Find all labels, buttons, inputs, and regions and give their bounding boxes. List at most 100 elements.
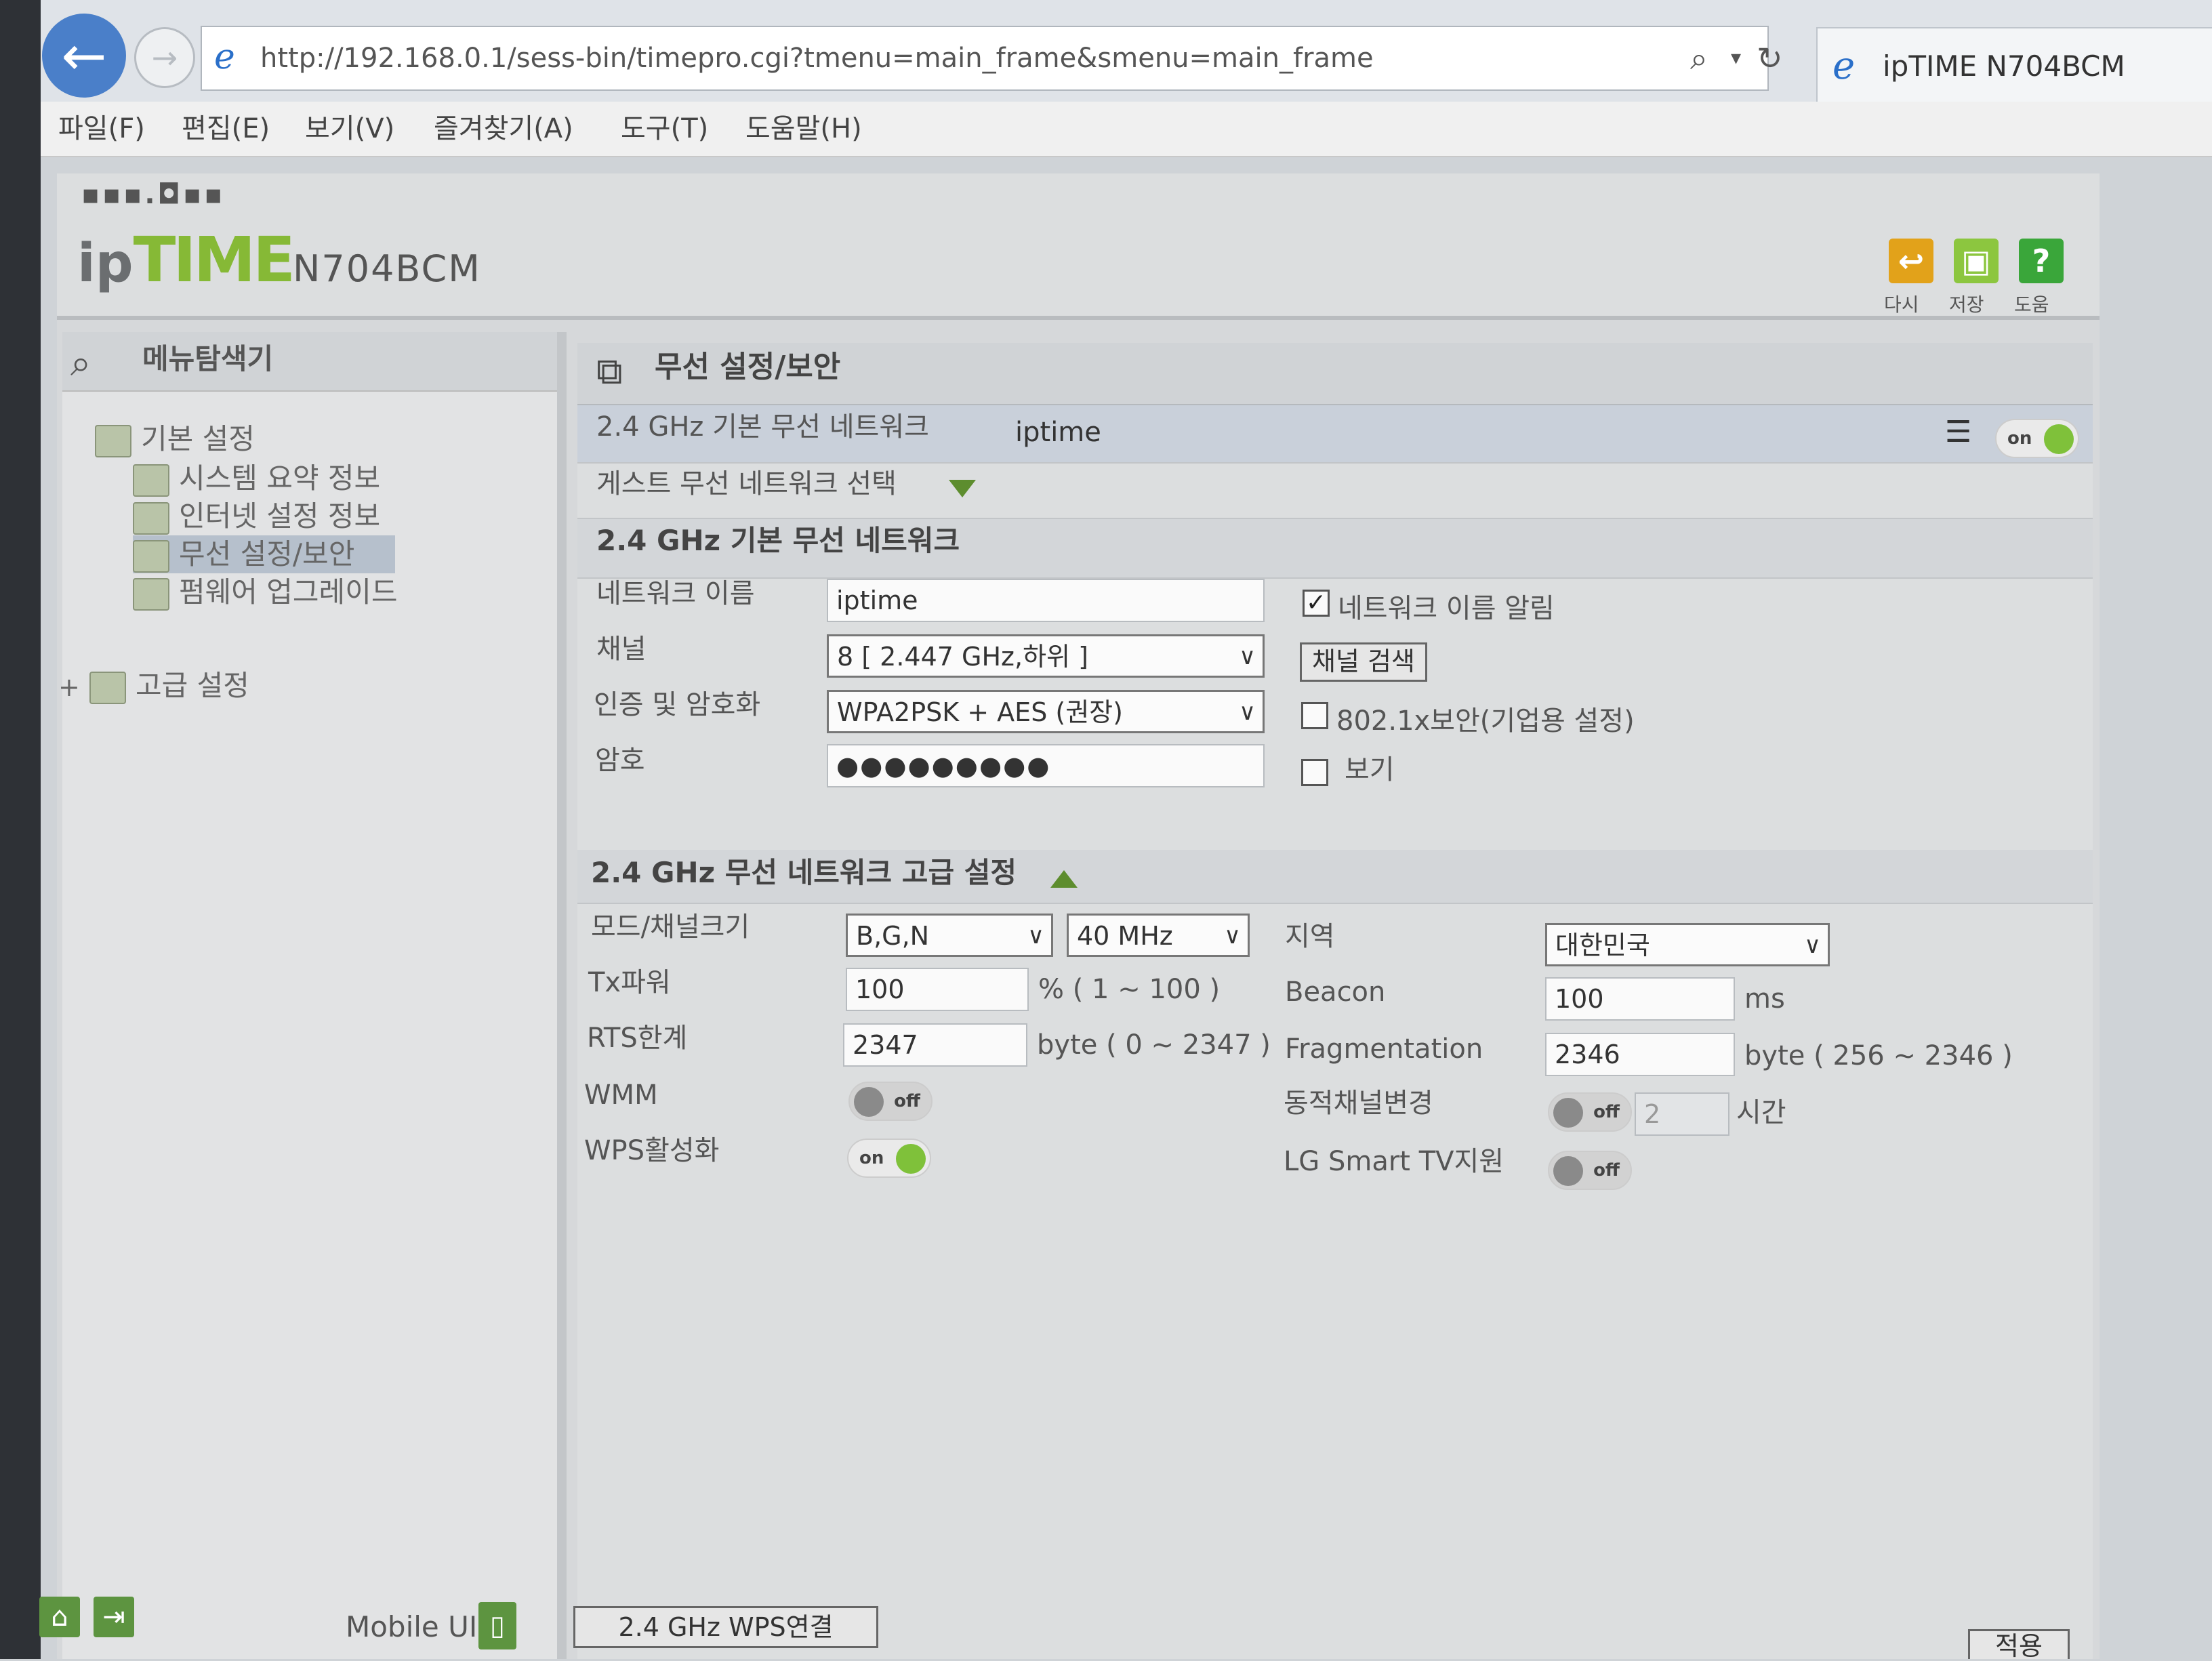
url-text[interactable]: http://192.168.0.1/sess-bin/timepro.cgi?… xyxy=(260,27,1374,89)
frag-unit: byte ( 256 ~ 2346 ) xyxy=(1744,1040,2013,1071)
tree-item-label: 시스템 요약 정보 xyxy=(179,462,381,495)
show-password-label: 보기 xyxy=(1345,754,1395,785)
tree-system-summary[interactable]: 시스템 요약 정보 xyxy=(133,459,380,497)
network-row-label: 2.4 GHz 기본 무선 네트워크 xyxy=(596,411,929,443)
network-toggle[interactable]: on xyxy=(1995,419,2079,458)
network-name-input[interactable]: iptime xyxy=(827,579,1265,622)
frag-input[interactable]: 2346 xyxy=(1545,1033,1735,1076)
tree-item-label: 인터넷 설정 정보 xyxy=(179,499,381,533)
monitor-bezel xyxy=(0,0,41,1659)
address-bar[interactable]: ℯ http://192.168.0.1/sess-bin/timepro.cg… xyxy=(201,26,1783,91)
rts-label: RTS한계 xyxy=(587,1023,688,1054)
iptime-dots-logo: ▪▪▪.◘▪▪ xyxy=(81,179,226,210)
lg-tv-toggle[interactable]: off xyxy=(1548,1151,1632,1190)
collapse-up-icon[interactable] xyxy=(1050,870,1078,888)
frag-label: Fragmentation xyxy=(1285,1033,1483,1065)
channel-label: 채널 xyxy=(596,634,647,665)
chevron-down-icon: ∨ xyxy=(1239,699,1256,726)
wmm-toggle[interactable]: off xyxy=(848,1082,933,1121)
expand-down-icon[interactable] xyxy=(949,480,976,497)
mobile-ui-label[interactable]: Mobile UI xyxy=(346,1610,477,1643)
guest-row-label: 게스트 무선 네트워크 선택 xyxy=(596,468,897,499)
toggle-text: off xyxy=(894,1091,920,1111)
dyn-channel-toggle[interactable]: off xyxy=(1548,1092,1632,1132)
apply-button[interactable]: 적용 xyxy=(1968,1629,2070,1661)
ie-tab-icon: ℯ xyxy=(1832,44,1856,88)
tx-input[interactable]: 100 xyxy=(846,968,1029,1011)
tree-firmware-upgrade[interactable]: 펌웨어 업그레이드 xyxy=(133,573,397,611)
channel-search-button[interactable]: 채널 검색 xyxy=(1300,642,1427,682)
reload-button[interactable]: ↩ 다시 xyxy=(1884,239,1938,316)
menu-tools[interactable]: 도구(T) xyxy=(621,102,708,156)
dyn-channel-hours-input[interactable]: 2 xyxy=(1635,1092,1729,1136)
tree-basic-label: 기본 설정 xyxy=(141,422,255,455)
show-password-checkbox[interactable] xyxy=(1301,759,1328,786)
mode-select[interactable]: B,G,N ∨ xyxy=(846,914,1053,957)
dyn-channel-label: 동적채널변경 xyxy=(1284,1088,1433,1119)
enterprise-checkbox[interactable] xyxy=(1301,702,1328,729)
monitor-icon xyxy=(133,501,169,535)
wifi-icon xyxy=(133,539,169,573)
menu-favorites[interactable]: 즐겨찾기(A) xyxy=(434,102,573,156)
browser-tab[interactable]: ℯ ipTIME N704BCM xyxy=(1816,27,2212,103)
tree-internet-settings[interactable]: 인터넷 설정 정보 xyxy=(133,497,380,535)
help-label: 도움 xyxy=(2014,293,2049,316)
network-row-ssid: iptime xyxy=(1015,417,1101,448)
dropdown-icon[interactable]: ▾ xyxy=(1731,27,1741,89)
password-input[interactable]: ●●●●●●●●● xyxy=(827,744,1265,787)
mode-value: B,G,N xyxy=(856,921,930,951)
save-label: 저장 xyxy=(1949,293,1984,316)
chevron-down-icon: ∨ xyxy=(1804,932,1821,959)
toggle-knob xyxy=(1553,1156,1583,1186)
wps-connect-button[interactable]: 2.4 GHz WPS연결 xyxy=(573,1606,878,1648)
menu-file[interactable]: 파일(F) xyxy=(58,102,145,156)
mode-label: 모드/채널크기 xyxy=(591,911,750,943)
chevron-down-icon: ∨ xyxy=(1224,922,1241,949)
enterprise-label: 802.1x보안(기업용 설정) xyxy=(1336,705,1635,737)
forward-button[interactable]: → xyxy=(134,27,195,88)
tree-basic-settings[interactable]: 기본 설정 xyxy=(95,420,255,458)
dyn-channel-unit: 시간 xyxy=(1736,1097,1786,1128)
toggle-text: on xyxy=(2007,428,2032,449)
rts-input[interactable]: 2347 xyxy=(843,1023,1027,1067)
broadcast-checkbox[interactable]: ✓ xyxy=(1303,590,1330,617)
auth-select[interactable]: WPA2PSK + AES (권장) ∨ xyxy=(827,690,1265,733)
channel-value: 8 [ 2.447 GHz,하위 ] xyxy=(837,642,1088,672)
help-button[interactable]: ? 도움 xyxy=(2014,239,2068,316)
menu-edit[interactable]: 편집(E) xyxy=(182,102,270,156)
channel-select[interactable]: 8 [ 2.447 GHz,하위 ] ∨ xyxy=(827,634,1265,678)
beacon-input[interactable]: 100 xyxy=(1545,977,1735,1021)
back-button[interactable]: ← xyxy=(42,14,126,98)
refresh-icon[interactable]: ↻ xyxy=(1757,27,1783,89)
wps-toggle[interactable]: on xyxy=(847,1139,931,1178)
help-icon: ? xyxy=(2019,239,2064,283)
toggle-knob xyxy=(1553,1098,1583,1128)
mobile-phone-icon[interactable]: ▯ xyxy=(478,1602,516,1649)
tx-unit: % ( 1 ~ 100 ) xyxy=(1038,974,1221,1005)
page-title: 무선 설정/보안 xyxy=(655,350,841,384)
width-select[interactable]: 40 MHz ∨ xyxy=(1067,914,1250,957)
expand-plus-icon[interactable]: + xyxy=(58,672,80,702)
region-select[interactable]: 대한민국 ∨ xyxy=(1545,923,1830,966)
tree-wireless-settings[interactable]: 무선 설정/보안 xyxy=(133,535,396,573)
auth-value: WPA2PSK + AES (권장) xyxy=(837,697,1123,727)
logout-icon[interactable]: ⇥ xyxy=(94,1597,134,1637)
advanced-section-title: 2.4 GHz 무선 네트워크 고급 설정 xyxy=(591,856,1017,889)
rts-unit: byte ( 0 ~ 2347 ) xyxy=(1037,1029,1271,1061)
tree-item-label: 펌웨어 업그레이드 xyxy=(179,575,398,609)
beacon-unit: ms xyxy=(1744,983,1785,1014)
tab-title: ipTIME N704BCM xyxy=(1883,49,2125,83)
lg-tv-label: LG Smart TV지원 xyxy=(1284,1146,1504,1177)
menu-help[interactable]: 도움말(H) xyxy=(745,102,862,156)
network-name-label: 네트워크 이름 xyxy=(596,578,755,609)
magnifier-icon: ⌕ xyxy=(70,342,91,384)
arrow-right-icon: → xyxy=(151,39,178,76)
reload-label: 다시 xyxy=(1884,293,1919,316)
tree-advanced-settings[interactable]: 고급 설정 xyxy=(89,667,249,705)
wifi-lock-icon: ☰ xyxy=(1945,415,1972,449)
home-icon[interactable]: ⌂ xyxy=(39,1597,80,1637)
menu-view[interactable]: 보기(V) xyxy=(305,102,394,156)
logo-model: N704BCM xyxy=(292,247,481,290)
search-icon[interactable]: ⌕ xyxy=(1690,27,1708,89)
save-button[interactable]: ▣ 저장 xyxy=(1949,239,2003,316)
